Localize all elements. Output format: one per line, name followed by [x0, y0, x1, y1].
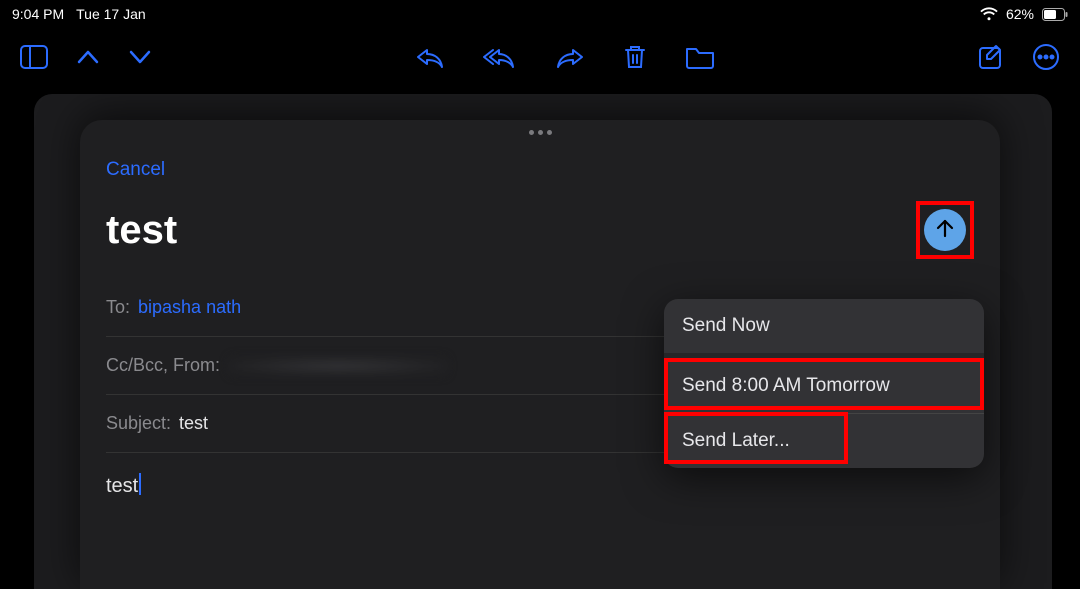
cancel-button[interactable]: Cancel	[106, 159, 165, 180]
text-caret	[139, 473, 141, 495]
sheet-grabber[interactable]	[106, 120, 974, 155]
send-now-option[interactable]: Send Now	[664, 299, 984, 353]
send-tomorrow-option[interactable]: Send 8:00 AM Tomorrow	[664, 359, 984, 413]
send-button[interactable]	[924, 209, 966, 251]
prev-message-button[interactable]	[76, 48, 100, 66]
status-date: Tue 17 Jan	[76, 6, 146, 22]
subject-value: test	[179, 413, 208, 434]
arrow-up-icon	[934, 217, 956, 244]
sidebar-toggle-button[interactable]	[20, 45, 48, 69]
to-label: To:	[106, 297, 130, 318]
more-options-button[interactable]	[1032, 43, 1060, 71]
delete-button[interactable]	[623, 44, 647, 70]
next-message-button[interactable]	[128, 48, 152, 66]
reply-all-button[interactable]	[483, 45, 517, 69]
mail-toolbar	[0, 28, 1080, 86]
compose-title: test	[106, 208, 177, 253]
send-later-option[interactable]: Send Later...	[664, 414, 984, 468]
subject-label: Subject:	[106, 413, 171, 434]
status-bar: 9:04 PM Tue 17 Jan 62%	[0, 0, 1080, 28]
highlight-send-button	[916, 201, 974, 259]
wifi-icon	[980, 7, 998, 21]
reply-button[interactable]	[415, 45, 445, 69]
battery-icon	[1042, 8, 1068, 21]
status-battery-pct: 62%	[1006, 6, 1034, 22]
compose-button[interactable]	[978, 44, 1004, 70]
status-time: 9:04 PM	[12, 6, 64, 22]
forward-button[interactable]	[555, 45, 585, 69]
move-folder-button[interactable]	[685, 45, 715, 69]
send-options-menu: Send Now Send 8:00 AM Tomorrow Send Late…	[664, 299, 984, 468]
to-recipient[interactable]: bipasha nath	[138, 297, 241, 318]
body-text: test	[106, 475, 138, 497]
from-address-redacted	[228, 356, 448, 376]
ccbcc-label: Cc/Bcc, From:	[106, 355, 220, 376]
